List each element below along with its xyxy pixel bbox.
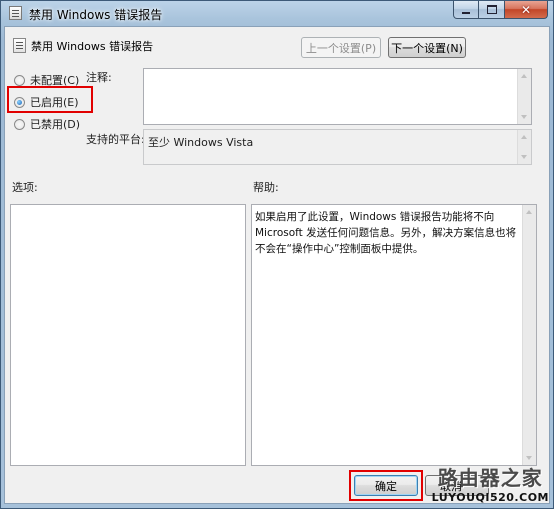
policy-document-icon <box>9 6 22 20</box>
dialog-client-area: 禁用 Windows 错误报告 上一个设置(P) 下一个设置(N) 未配置(C)… <box>4 26 550 504</box>
comment-scrollbar[interactable] <box>517 69 531 124</box>
previous-setting-button[interactable]: 上一个设置(P) <box>301 37 381 58</box>
minimize-button[interactable] <box>453 1 479 19</box>
supported-platform-label: 支持的平台: <box>86 133 145 146</box>
scroll-up-arrow-icon[interactable] <box>521 74 527 78</box>
supported-platform-value: 至少 Windows Vista <box>148 136 254 149</box>
help-panel[interactable]: 如果启用了此设置，Windows 错误报告功能将不向 Microsoft 发送任… <box>251 204 537 466</box>
supported-platform-field: 至少 Windows Vista <box>143 129 532 165</box>
watermark-title: 路由器之家 <box>437 466 543 490</box>
watermark-url: LUYOUQI520.COM <box>431 491 549 504</box>
setting-title: 禁用 Windows 错误报告 <box>31 40 154 53</box>
next-setting-button[interactable]: 下一个设置(N) <box>388 37 466 58</box>
close-button[interactable]: ✕ <box>505 1 548 19</box>
comment-textarea[interactable] <box>143 68 532 125</box>
ok-highlight-frame <box>349 470 423 501</box>
setting-document-icon <box>13 38 26 53</box>
maximize-button[interactable] <box>479 1 505 19</box>
help-label: 帮助: <box>253 181 279 194</box>
scroll-down-arrow-icon[interactable] <box>526 456 532 460</box>
scroll-up-arrow-icon[interactable] <box>521 135 527 139</box>
radio-disabled[interactable]: 已禁用(D) <box>14 116 80 132</box>
options-label: 选项: <box>12 181 38 194</box>
policy-dialog-window: 禁用 Windows 错误报告 ✕ 禁用 Windows 错误报告 上一个设置(… <box>0 0 554 509</box>
minimize-icon <box>462 11 470 14</box>
scroll-down-arrow-icon[interactable] <box>521 115 527 119</box>
scroll-up-arrow-icon[interactable] <box>526 210 532 214</box>
radio-disabled-label: 已禁用(D) <box>30 118 81 131</box>
help-scrollbar[interactable] <box>522 205 536 465</box>
enabled-highlight-frame <box>7 86 93 113</box>
radio-not-configured-circle[interactable] <box>14 74 25 86</box>
site-watermark: 路由器之家 LUYOUQI520.COM <box>432 462 549 504</box>
maximize-icon <box>486 5 497 14</box>
platform-scrollbar[interactable] <box>517 130 531 164</box>
options-panel[interactable] <box>10 204 246 466</box>
caption-buttons: ✕ <box>453 1 548 20</box>
title-bar[interactable]: 禁用 Windows 错误报告 ✕ <box>1 1 553 26</box>
comment-label: 注释: <box>86 71 112 84</box>
window-title: 禁用 Windows 错误报告 <box>29 8 163 22</box>
scroll-down-arrow-icon[interactable] <box>521 155 527 159</box>
help-text: 如果启用了此设置，Windows 错误报告功能将不向 Microsoft 发送任… <box>255 211 517 255</box>
close-icon: ✕ <box>520 2 532 17</box>
radio-disabled-circle[interactable] <box>14 118 25 130</box>
